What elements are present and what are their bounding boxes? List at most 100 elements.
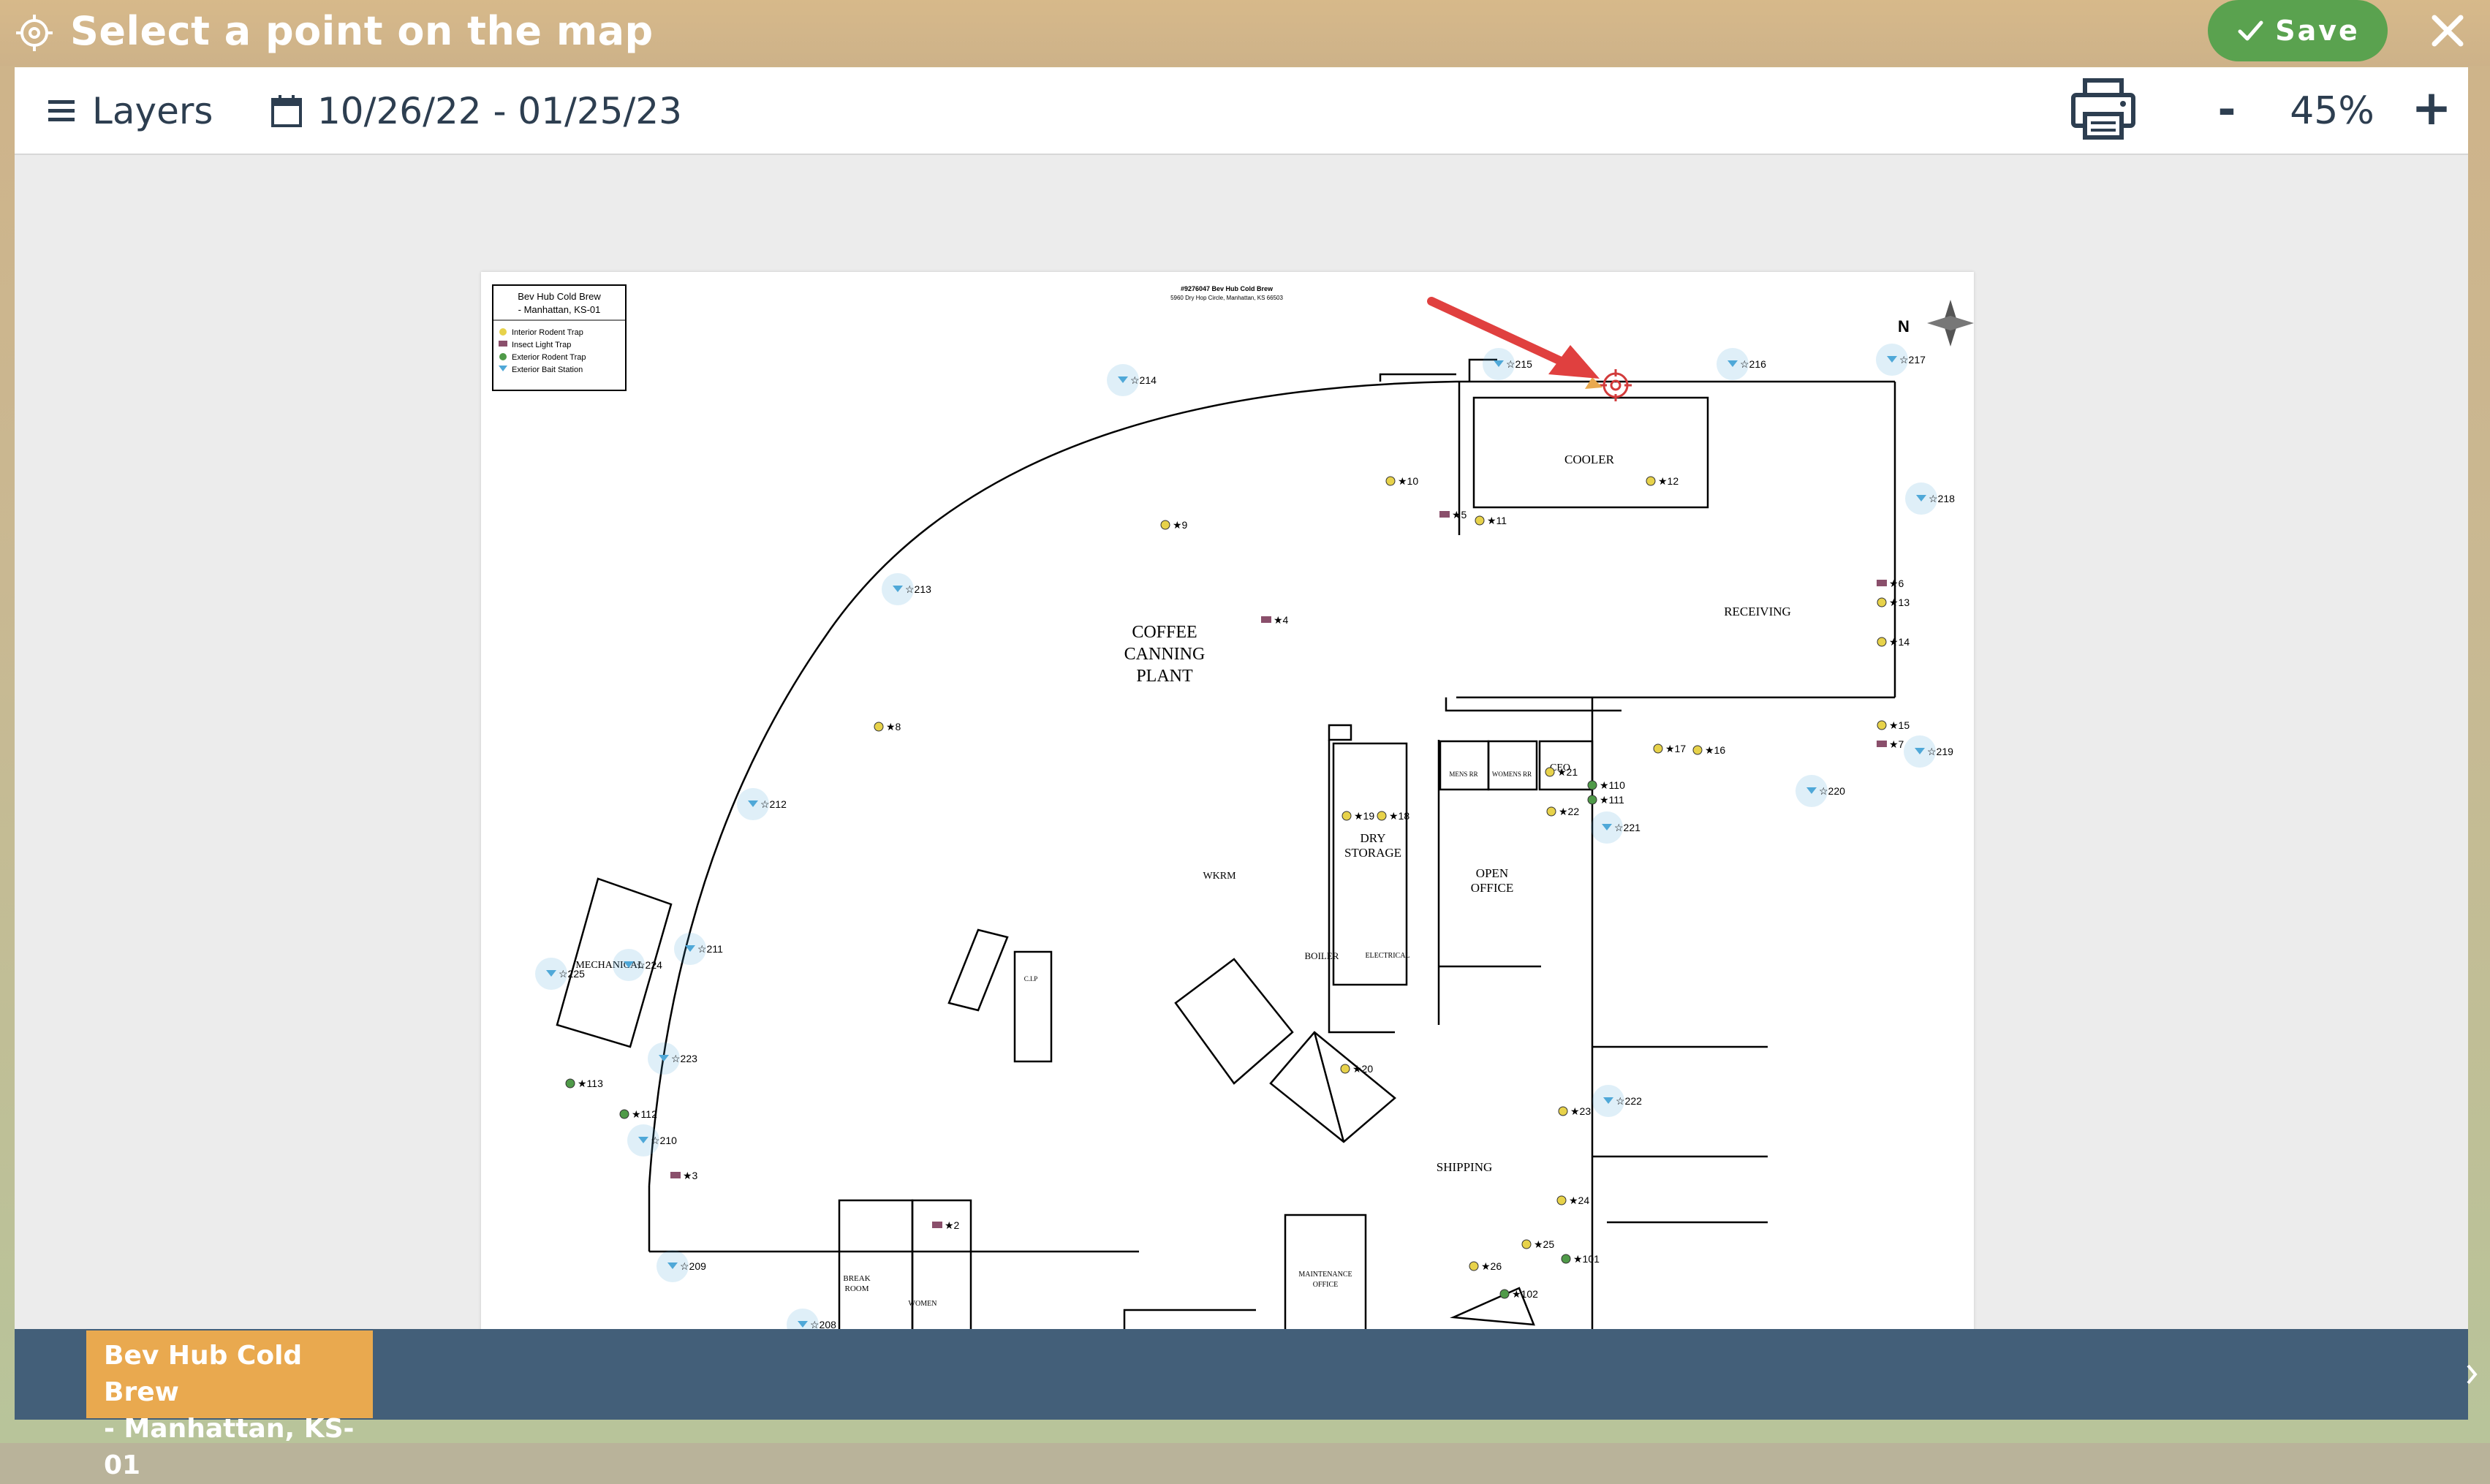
device-marker-102[interactable]: ★102 — [1499, 1288, 1538, 1300]
svg-text:★18: ★18 — [1389, 810, 1409, 822]
legend-title-1: Bev Hub Cold Brew — [518, 291, 601, 302]
map-toolbar: Layers 10/26/22 - 01/25/23 - 45% + — [15, 67, 2468, 155]
device-marker-222[interactable]: ☆222 — [1592, 1085, 1642, 1117]
device-marker-213[interactable]: ☆213 — [882, 573, 931, 605]
zoom-in-button[interactable]: + — [2411, 84, 2452, 132]
svg-text:☆216: ☆216 — [1740, 358, 1766, 370]
device-marker-18[interactable]: ★18 — [1377, 810, 1409, 822]
device-marker-112[interactable]: ★112 — [619, 1108, 657, 1120]
header-bar: Select a point on the map Save — [0, 0, 2490, 66]
device-marker-218[interactable]: ☆218 — [1905, 482, 1955, 515]
device-marker-110[interactable]: ★110 — [1587, 779, 1625, 791]
device-marker-224[interactable]: ☆224 — [613, 949, 662, 981]
building-walls — [556, 358, 1896, 1332]
device-marker-212[interactable]: ☆212 — [737, 788, 787, 820]
date-range-label: 10/26/22 - 01/25/23 — [317, 90, 682, 132]
svg-text:★19: ★19 — [1354, 810, 1374, 822]
site-badge-line1: Bev Hub Cold Brew — [104, 1341, 303, 1407]
date-range-picker[interactable]: 10/26/22 - 01/25/23 — [270, 89, 682, 133]
device-marker-209[interactable]: ☆209 — [656, 1250, 706, 1282]
device-marker-17[interactable]: ★17 — [1653, 743, 1686, 754]
room-cooler: COOLER — [1564, 453, 1615, 466]
device-marker-21[interactable]: ★21 — [1545, 766, 1578, 778]
svg-text:☆215: ☆215 — [1506, 358, 1532, 370]
device-marker-215[interactable]: ☆215 — [1483, 348, 1532, 380]
device-marker-14[interactable]: ★14 — [1877, 636, 1910, 648]
device-marker-23[interactable]: ★23 — [1558, 1105, 1591, 1117]
device-marker-13[interactable]: ★13 — [1877, 597, 1910, 608]
svg-text:★5: ★5 — [1452, 509, 1467, 520]
map-header-2: 5960 Dry Hop Circle, Manhattan, KS 66503 — [1170, 295, 1283, 301]
device-marker-7[interactable]: ★7 — [1877, 738, 1904, 750]
device-marker-221[interactable]: ☆221 — [1591, 811, 1641, 844]
legend-item-2: Insect Light Trap — [512, 341, 571, 349]
device-marker-2[interactable]: ★2 — [932, 1219, 960, 1231]
device-marker-211[interactable]: ☆211 — [674, 933, 723, 965]
device-marker-8[interactable]: ★8 — [874, 721, 901, 732]
svg-text:★22: ★22 — [1559, 806, 1579, 817]
device-marker-101[interactable]: ★101 — [1561, 1253, 1600, 1265]
room-break-1: BREAK — [843, 1274, 870, 1283]
svg-text:☆219: ☆219 — [1927, 746, 1953, 757]
room-wkrm: WKRM — [1203, 871, 1236, 882]
room-womens: WOMENS RR — [1492, 771, 1532, 778]
svg-text:☆218: ☆218 — [1929, 493, 1955, 504]
svg-text:★102: ★102 — [1512, 1288, 1538, 1300]
room-receiving: RECEIVING — [1724, 605, 1791, 618]
map-header-1: #9276047 Bev Hub Cold Brew — [1181, 285, 1274, 292]
device-marker-6[interactable]: ★6 — [1877, 578, 1904, 589]
check-icon — [2238, 20, 2263, 41]
room-boiler: BOILER — [1305, 950, 1339, 961]
device-marker-20[interactable]: ★20 — [1340, 1063, 1373, 1075]
device-marker-219[interactable]: ☆219 — [1904, 735, 1953, 768]
device-marker-214[interactable]: ☆214 — [1107, 364, 1157, 396]
site-badge[interactable]: Bev Hub Cold Brew - Manhattan, KS-01 — [86, 1330, 373, 1480]
room-plant-2: CANNING — [1124, 645, 1206, 664]
device-marker-210[interactable]: ☆210 — [627, 1124, 677, 1156]
chevron-right-icon[interactable] — [2465, 1360, 2480, 1389]
device-marker-11[interactable]: ★11 — [1475, 515, 1507, 526]
svg-text:☆221: ☆221 — [1614, 822, 1641, 833]
room-women: WOMEN — [909, 1300, 937, 1308]
svg-text:★25: ★25 — [1534, 1238, 1554, 1250]
device-marker-15[interactable]: ★15 — [1877, 719, 1910, 731]
device-marker-223[interactable]: ☆223 — [648, 1042, 697, 1075]
print-icon[interactable] — [2070, 77, 2136, 140]
device-marker-216[interactable]: ☆216 — [1717, 348, 1766, 380]
device-marker-26[interactable]: ★26 — [1469, 1260, 1502, 1272]
zoom-level: 45% — [2290, 89, 2374, 133]
save-label: Save — [2275, 15, 2360, 47]
zoom-out-button[interactable]: - — [2212, 88, 2241, 133]
device-marker-24[interactable]: ★24 — [1556, 1195, 1589, 1206]
device-marker-25[interactable]: ★25 — [1521, 1238, 1554, 1250]
device-marker-4[interactable]: ★4 — [1261, 614, 1289, 626]
device-marker-111[interactable]: ★111 — [1587, 794, 1624, 806]
svg-text:★10: ★10 — [1398, 475, 1418, 487]
close-icon[interactable] — [2427, 10, 2468, 51]
device-marker-12[interactable]: ★12 — [1646, 475, 1679, 487]
device-marker-217[interactable]: ☆217 — [1876, 344, 1926, 376]
svg-text:★21: ★21 — [1557, 766, 1578, 778]
floor-plan-map[interactable]: Bev Hub Cold Brew - Manhattan, KS-01 Int… — [481, 272, 1974, 1332]
save-button[interactable]: Save — [2208, 0, 2388, 61]
device-marker-113[interactable]: ★113 — [565, 1078, 603, 1089]
device-marker-3[interactable]: ★3 — [670, 1170, 698, 1181]
device-marker-10[interactable]: ★10 — [1385, 475, 1418, 487]
svg-text:☆209: ☆209 — [680, 1260, 706, 1272]
device-marker-22[interactable]: ★22 — [1546, 806, 1579, 817]
svg-text:★16: ★16 — [1705, 744, 1725, 756]
device-marker-16[interactable]: ★16 — [1692, 744, 1725, 756]
svg-text:★4: ★4 — [1274, 614, 1289, 626]
device-marker-220[interactable]: ☆220 — [1795, 775, 1845, 807]
svg-text:★101: ★101 — [1573, 1253, 1600, 1265]
room-maint-2: OFFICE — [1313, 1281, 1338, 1289]
svg-text:☆210: ☆210 — [651, 1135, 677, 1146]
layers-button[interactable]: Layers — [47, 89, 213, 133]
svg-text:★24: ★24 — [1569, 1195, 1589, 1206]
device-marker-5[interactable]: ★5 — [1439, 509, 1467, 520]
device-marker-19[interactable]: ★19 — [1342, 810, 1374, 822]
compass-icon: N — [1898, 300, 1974, 347]
room-plant-1: COFFEE — [1132, 623, 1197, 642]
device-marker-9[interactable]: ★9 — [1160, 519, 1188, 531]
room-shipping: SHIPPING — [1437, 1160, 1493, 1174]
